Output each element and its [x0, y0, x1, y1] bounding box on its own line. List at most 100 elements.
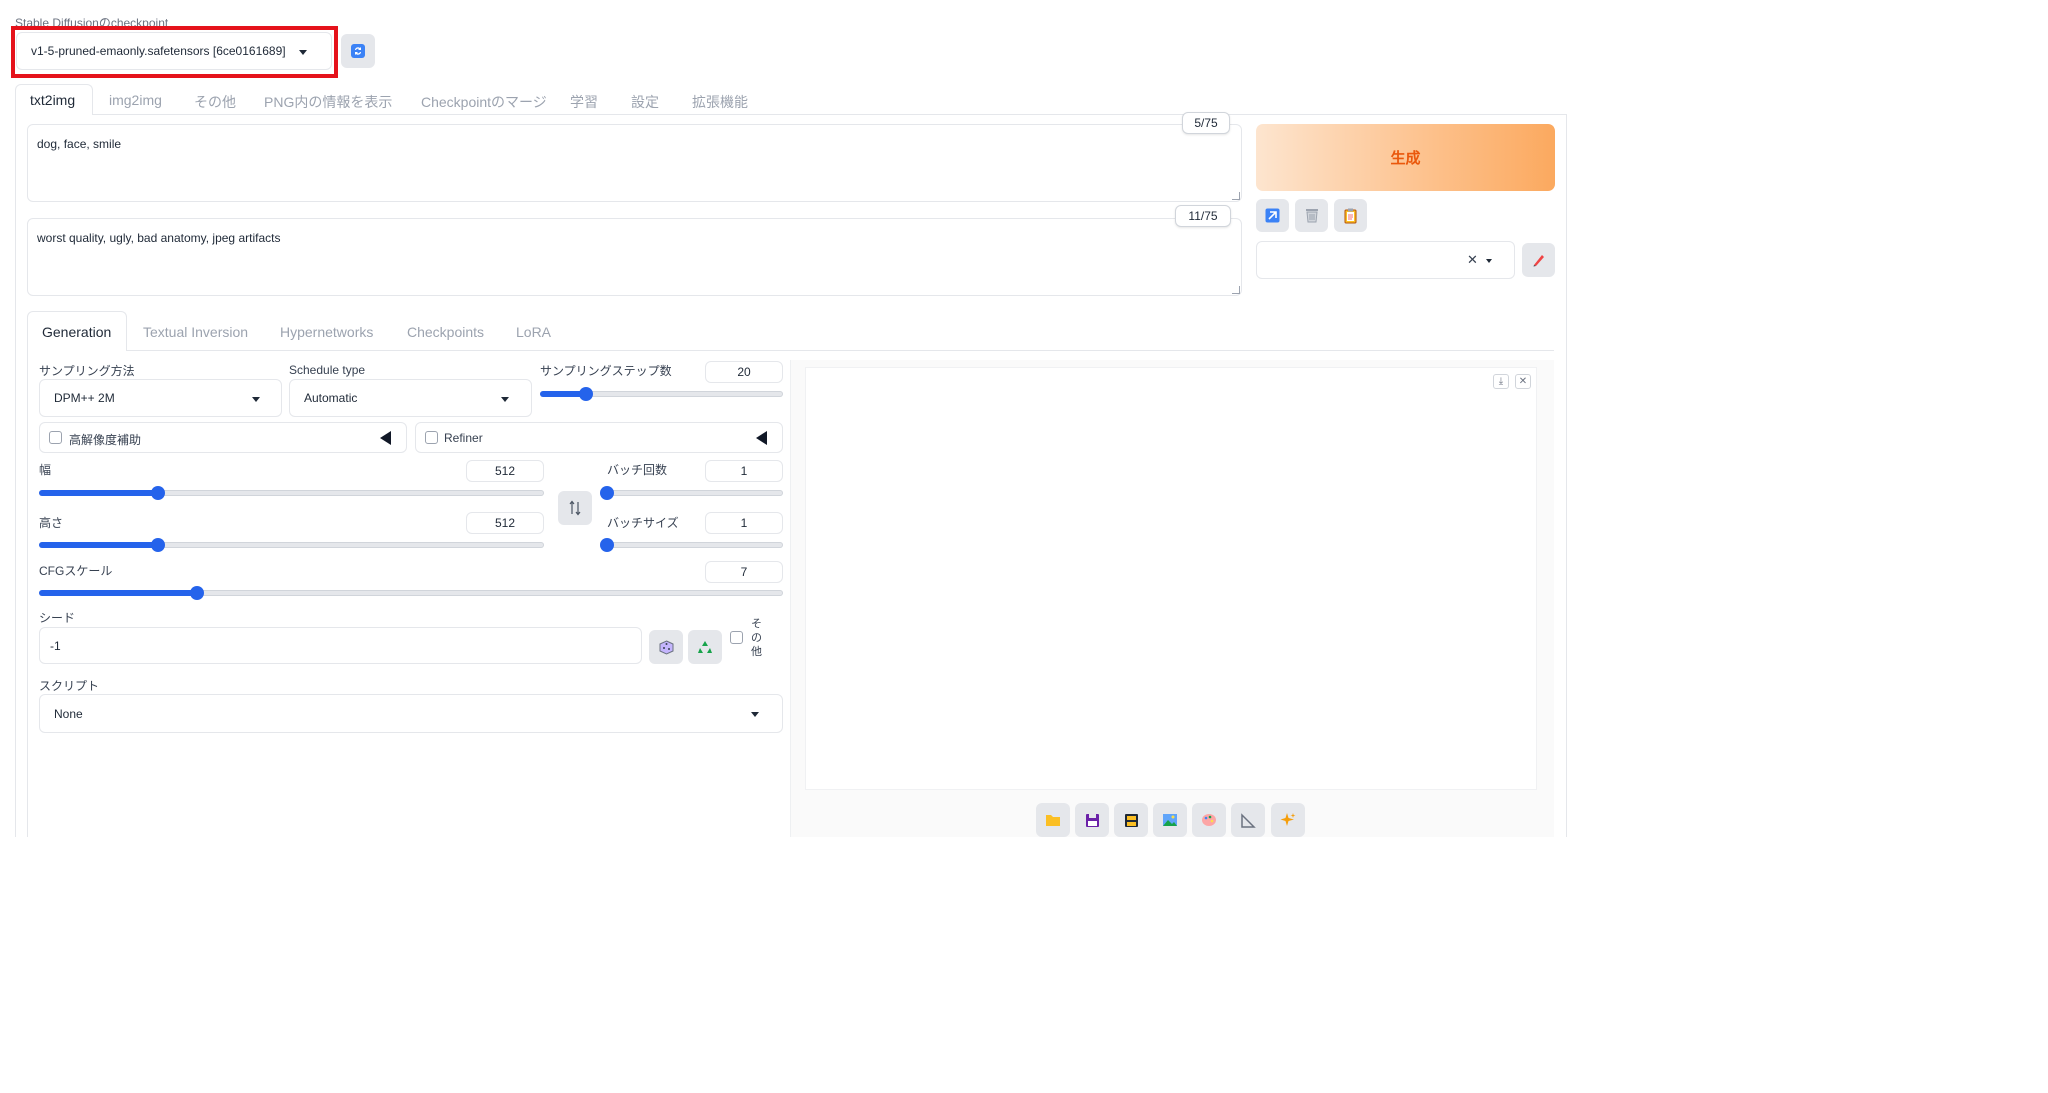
extra-seed-checkbox[interactable] — [730, 631, 743, 644]
sampling-steps-label: サンプリングステップ数 — [540, 364, 672, 378]
height-slider[interactable] — [39, 538, 544, 552]
batch-size-slider[interactable] — [600, 538, 783, 552]
cfg-scale-input[interactable]: 7 — [705, 561, 783, 583]
sampling-method-value: DPM++ 2M — [54, 391, 115, 405]
batch-size-label: バッチサイズ — [607, 516, 679, 530]
sampling-method-label: サンプリング方法 — [39, 364, 135, 378]
schedule-type-label: Schedule type — [289, 363, 366, 377]
tab-extras[interactable]: その他 — [194, 92, 236, 112]
swap-icon — [569, 500, 581, 516]
generate-label: 生成 — [1390, 150, 1421, 167]
trash-icon — [1305, 209, 1318, 223]
prompt-text: dog, face, smile — [37, 137, 122, 151]
download-icon[interactable]: ⤓ — [1493, 374, 1509, 389]
tab-train[interactable]: 学習 — [570, 92, 598, 112]
script-dropdown[interactable]: None — [39, 694, 783, 733]
schedule-type-dropdown[interactable]: Automatic — [289, 379, 532, 417]
negative-prompt-textarea[interactable]: worst quality, ugly, bad anatomy, jpeg a… — [27, 218, 1242, 296]
prompt-token-counter: 5/75 — [1182, 112, 1230, 134]
sampling-steps-input[interactable]: 20 — [705, 361, 783, 383]
generate-button[interactable]: 生成 — [1256, 124, 1555, 191]
paste-style-button[interactable] — [1334, 199, 1367, 232]
tab-txt2img-label: txt2img — [30, 92, 76, 108]
batch-count-input[interactable]: 1 — [705, 460, 783, 482]
hires-fix-label: 高解像度補助 — [69, 433, 142, 447]
tab-img2img[interactable]: img2img — [109, 92, 162, 108]
cfg-scale-label: CFGスケール — [39, 564, 113, 578]
slider-thumb[interactable] — [600, 538, 614, 552]
slider-thumb[interactable] — [579, 387, 594, 401]
prompt-resize-handle[interactable] — [1232, 192, 1240, 200]
panel-border-left — [15, 114, 16, 837]
zip-icon — [1124, 813, 1138, 827]
ruler-icon — [1240, 812, 1256, 828]
collapse-triangle-icon[interactable] — [756, 431, 767, 445]
tab-generation-label: Generation — [42, 324, 112, 340]
script-value: None — [54, 706, 83, 721]
collapse-triangle-icon[interactable] — [380, 431, 391, 445]
batch-count-label: バッチ回数 — [607, 463, 668, 477]
sampling-steps-slider[interactable] — [540, 387, 783, 401]
chevron-down-icon — [252, 397, 260, 402]
seed-value: -1 — [50, 639, 61, 653]
pencil-icon — [1533, 255, 1544, 267]
refresh-checkpoint-button[interactable] — [341, 34, 375, 68]
refiner-label: Refiner — [444, 431, 483, 445]
tab-png-info[interactable]: PNG内の情報を表示 — [264, 92, 392, 112]
height-input[interactable]: 512 — [466, 512, 544, 534]
sampling-method-dropdown[interactable]: DPM++ 2M — [39, 379, 282, 417]
seed-label: シード — [39, 611, 76, 625]
refiner-accordion[interactable]: Refiner — [415, 422, 783, 453]
slider-thumb[interactable] — [150, 538, 165, 552]
send-to-inpaint-button[interactable] — [1192, 803, 1226, 837]
batch-size-input[interactable]: 1 — [705, 512, 783, 534]
random-seed-button[interactable] — [649, 630, 683, 664]
seed-input[interactable]: -1 — [39, 627, 642, 664]
sparkle-icon — [1280, 813, 1296, 826]
read-params-button[interactable] — [1256, 199, 1289, 232]
slider-thumb[interactable] — [150, 486, 165, 500]
edit-styles-button[interactable] — [1522, 243, 1555, 277]
negative-prompt-token-counter: 11/75 — [1175, 205, 1231, 227]
clear-prompt-button[interactable] — [1295, 199, 1328, 232]
tab-textual-inversion[interactable]: Textual Inversion — [143, 324, 248, 340]
save-button[interactable] — [1075, 803, 1109, 837]
negative-prompt-resize-handle[interactable] — [1232, 286, 1240, 294]
checkpoint-highlight — [11, 26, 338, 78]
cfg-scale-slider[interactable] — [39, 586, 783, 600]
tab-hypernetworks[interactable]: Hypernetworks — [280, 324, 373, 340]
swap-dimensions-button[interactable] — [558, 491, 592, 525]
send-to-img2img-button[interactable] — [1153, 803, 1187, 837]
slider-thumb[interactable] — [600, 486, 614, 500]
width-slider[interactable] — [39, 486, 544, 500]
upscale-button[interactable] — [1271, 803, 1305, 837]
batch-count-slider[interactable] — [600, 486, 783, 500]
sub-tab-bar — [27, 350, 1554, 351]
clipboard-icon — [1344, 208, 1357, 223]
styles-dropdown[interactable]: ✕ — [1256, 241, 1515, 279]
open-folder-button[interactable] — [1036, 803, 1070, 837]
save-zip-button[interactable] — [1114, 803, 1148, 837]
tab-checkpoints[interactable]: Checkpoints — [407, 324, 484, 340]
schedule-type-value: Automatic — [304, 391, 358, 405]
folder-icon — [1046, 815, 1060, 826]
tab-checkpoint-merger[interactable]: Checkpointのマージ — [421, 92, 547, 112]
close-icon[interactable]: ✕ — [1515, 374, 1531, 389]
reuse-seed-button[interactable] — [688, 630, 722, 664]
height-label: 高さ — [39, 516, 64, 530]
prompt-textarea[interactable]: dog, face, smile — [27, 124, 1242, 202]
hires-fix-checkbox[interactable] — [49, 431, 62, 444]
palette-icon — [1202, 814, 1216, 826]
output-gallery — [805, 367, 1537, 790]
refiner-checkbox[interactable] — [425, 431, 438, 444]
recycle-icon — [698, 641, 712, 653]
close-icon[interactable]: ✕ — [1467, 252, 1478, 268]
tab-lora[interactable]: LoRA — [516, 324, 551, 340]
send-to-extras-button[interactable] — [1231, 803, 1265, 837]
width-input[interactable]: 512 — [466, 460, 544, 482]
hires-fix-accordion[interactable]: 高解像度補助 — [39, 422, 407, 453]
tab-settings[interactable]: 設定 — [631, 92, 659, 112]
slider-thumb[interactable] — [190, 586, 205, 600]
tab-extensions[interactable]: 拡張機能 — [692, 92, 748, 112]
generation-panel-border — [27, 350, 28, 837]
